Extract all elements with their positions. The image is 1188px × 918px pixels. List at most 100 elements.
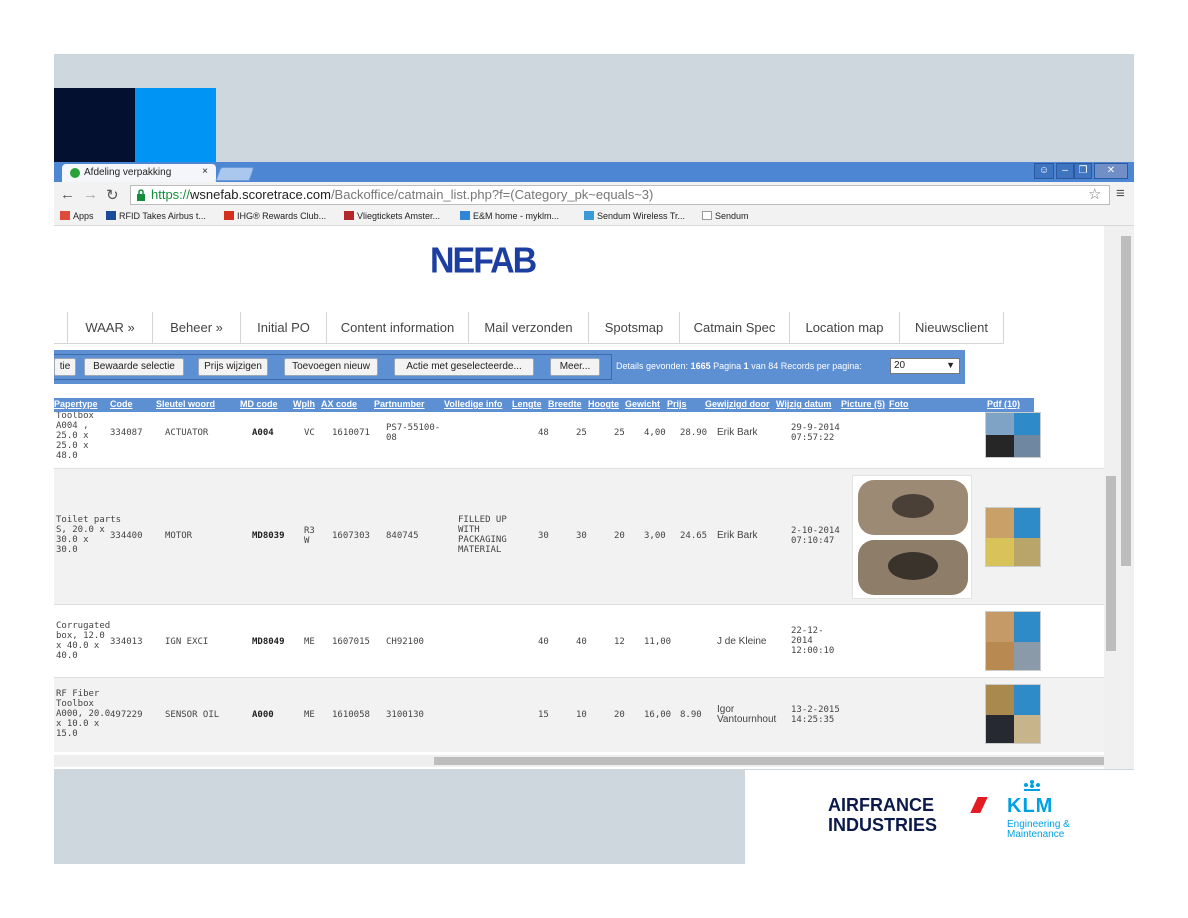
col-height[interactable]: Hoogte bbox=[588, 399, 619, 409]
bookmark-sendum[interactable]: Sendum bbox=[702, 211, 749, 221]
nav-item-spotsmap[interactable]: Spotsmap bbox=[589, 312, 680, 344]
inner-scroll-thumb[interactable] bbox=[1106, 476, 1116, 651]
col-code[interactable]: Code bbox=[110, 399, 133, 409]
restore-icon[interactable]: ❐ bbox=[1074, 163, 1092, 179]
horizontal-scroll-thumb[interactable] bbox=[434, 757, 1104, 765]
close-window-icon[interactable]: ✕ bbox=[1094, 163, 1128, 179]
tab-close-icon[interactable]: × bbox=[202, 166, 208, 177]
change-prices-button[interactable]: Prijs wijzigen bbox=[198, 358, 268, 376]
col-foto[interactable]: Foto bbox=[889, 399, 909, 409]
nav-item-initial-po[interactable]: Initial PO bbox=[241, 312, 327, 344]
col-wplh[interactable]: Wplh bbox=[293, 399, 315, 409]
klm-logo-text: KLM bbox=[1007, 795, 1054, 817]
nav-item-content-information[interactable]: Content information bbox=[327, 312, 469, 344]
nav-item-waar[interactable]: WAAR » bbox=[68, 312, 153, 344]
bookmark-ihg[interactable]: IHG® Rewards Club... bbox=[224, 211, 326, 221]
decor-square-blue bbox=[135, 88, 216, 169]
menu-icon[interactable]: ≡ bbox=[1116, 185, 1125, 202]
nav-item-nieuwsclient[interactable]: Nieuwsclient bbox=[900, 312, 1004, 344]
horizontal-scrollbar[interactable] bbox=[54, 755, 1104, 767]
col-ax-code[interactable]: AX code bbox=[321, 399, 357, 409]
nav-item-partial[interactable] bbox=[54, 312, 68, 344]
cell-wplh: VC bbox=[304, 428, 315, 438]
forward-arrow-icon[interactable]: → bbox=[83, 186, 98, 203]
nav-item-mail-verzonden[interactable]: Mail verzonden bbox=[469, 312, 589, 344]
bookmark-star-icon[interactable]: ☆ bbox=[1088, 185, 1101, 203]
cell-ax-code: 1610071 bbox=[332, 428, 370, 438]
col-price[interactable]: Prijs bbox=[667, 399, 687, 409]
cell-md-code: A004 bbox=[252, 428, 274, 438]
partial-button[interactable]: tie bbox=[54, 358, 76, 376]
bookmark-vliegtickets[interactable]: Vliegtickets Amster... bbox=[344, 211, 440, 221]
cell-height: 12 bbox=[614, 637, 625, 647]
cell-ax-code: 1610058 bbox=[332, 710, 370, 720]
picture-thumbnail[interactable] bbox=[985, 611, 1041, 671]
tab-title: Afdeling verpakking bbox=[84, 167, 172, 178]
page-scroll-thumb[interactable] bbox=[1121, 236, 1131, 566]
web-page: NEFAB WAAR » Beheer » Initial PO Content… bbox=[54, 226, 1104, 769]
lock-icon bbox=[137, 189, 145, 201]
cell-code: 497229 bbox=[110, 710, 143, 720]
add-new-button[interactable]: Toevoegen nieuw bbox=[284, 358, 378, 376]
new-tab-button[interactable] bbox=[215, 167, 255, 181]
col-pdf[interactable]: Pdf (10) bbox=[987, 399, 1020, 409]
cell-papertype: RF Fiber Toolbox A000, 20.0 x 10.0 x 15.… bbox=[56, 689, 111, 739]
picture-thumbnail[interactable] bbox=[985, 412, 1041, 458]
col-keyword[interactable]: Sleutel woord bbox=[156, 399, 215, 409]
col-changed-by[interactable]: Gewijzigd door bbox=[705, 399, 770, 409]
cell-change-date: 22-12- 2014 12:00:10 bbox=[791, 626, 835, 656]
col-picture[interactable]: Picture (5) bbox=[841, 399, 885, 409]
bookmark-apps[interactable]: Apps bbox=[60, 211, 94, 221]
results-info: Details gevonden: 1665 Pagina 1 van 84 R… bbox=[616, 361, 862, 371]
col-length[interactable]: Lengte bbox=[512, 399, 542, 409]
browser-tab[interactable]: Afdeling verpakking × bbox=[62, 164, 216, 182]
browser-window: Afdeling verpakking × ☺ – ❐ ✕ ← → ↻ http… bbox=[54, 162, 1134, 769]
back-arrow-icon[interactable]: ← bbox=[60, 186, 75, 203]
col-width[interactable]: Breedte bbox=[548, 399, 582, 409]
col-md-code[interactable]: MD code bbox=[240, 399, 278, 409]
cell-weight: 4,00 bbox=[644, 428, 666, 438]
cell-keyword: IGN EXCI bbox=[165, 637, 209, 647]
table-row[interactable]: Toolbox A004 , 25.0 x 25.0 x 48.0 334087… bbox=[54, 412, 1104, 469]
action-selected-button[interactable]: Actie met geselecteerde... bbox=[394, 358, 534, 376]
foto-image[interactable] bbox=[852, 475, 972, 599]
table-row[interactable]: RF Fiber Toolbox A000, 20.0 x 10.0 x 15.… bbox=[54, 678, 1104, 752]
user-icon[interactable]: ☺ bbox=[1034, 163, 1054, 179]
nav-item-location-map[interactable]: Location map bbox=[790, 312, 900, 344]
col-partnumber[interactable]: Partnumber bbox=[374, 399, 425, 409]
nav-item-catmain-spec[interactable]: Catmain Spec bbox=[680, 312, 790, 344]
partner-logos: AIRFRANCE INDUSTRIES KLM Engineering & M… bbox=[745, 770, 1134, 864]
saved-selection-button[interactable]: Bewaarde selectie bbox=[84, 358, 184, 376]
cell-price: 8.90 bbox=[680, 710, 702, 720]
more-button[interactable]: Meer... bbox=[550, 358, 600, 376]
table-row[interactable]: Toilet parts S, 20.0 x 30.0 x 30.0 33440… bbox=[54, 469, 1104, 605]
reload-icon[interactable]: ↻ bbox=[106, 186, 119, 204]
bookmark-rfid[interactable]: RFID Takes Airbus t... bbox=[106, 211, 206, 221]
bookmark-em-home[interactable]: E&M home - myklm... bbox=[460, 211, 559, 221]
minimize-icon[interactable]: – bbox=[1056, 163, 1074, 179]
cell-length: 30 bbox=[538, 531, 549, 541]
records-per-page-select[interactable]: 20 ▼ bbox=[890, 358, 960, 374]
cell-papertype: Toolbox A004 , 25.0 x 25.0 x 48.0 bbox=[56, 412, 94, 461]
cell-ax-code: 1607303 bbox=[332, 531, 370, 541]
cell-width: 25 bbox=[576, 428, 587, 438]
picture-thumbnail[interactable] bbox=[985, 507, 1041, 567]
slide: Afdeling verpakking × ☺ – ❐ ✕ ← → ↻ http… bbox=[54, 54, 1134, 864]
address-bar[interactable]: https://wsnefab.scoretrace.com/Backoffic… bbox=[130, 185, 1110, 205]
nav-item-beheer[interactable]: Beheer » bbox=[153, 312, 241, 344]
inner-vertical-scrollbar[interactable] bbox=[1104, 226, 1118, 769]
page-vertical-scrollbar[interactable] bbox=[1118, 226, 1134, 769]
cell-length: 15 bbox=[538, 710, 549, 720]
table-row[interactable]: Corrugated box, 12.0 x 40.0 x 40.0 33401… bbox=[54, 605, 1104, 678]
col-full-info[interactable]: Volledige info bbox=[444, 399, 502, 409]
col-papertype[interactable]: Papertype bbox=[54, 399, 98, 409]
klm-icon bbox=[460, 211, 470, 220]
picture-thumbnail[interactable] bbox=[985, 684, 1041, 744]
bookmark-sendum-wireless[interactable]: Sendum Wireless Tr... bbox=[584, 211, 685, 221]
col-change-date[interactable]: Wijzig datum bbox=[776, 399, 831, 409]
col-weight[interactable]: Gewicht bbox=[625, 399, 660, 409]
table-header: Papertype Code Sleutel woord MD code Wpl… bbox=[54, 398, 1034, 412]
cell-keyword: MOTOR bbox=[165, 531, 193, 541]
cell-partnumber: 3100130 bbox=[386, 710, 424, 720]
airfrance-logo-text: AIRFRANCE bbox=[828, 795, 934, 815]
